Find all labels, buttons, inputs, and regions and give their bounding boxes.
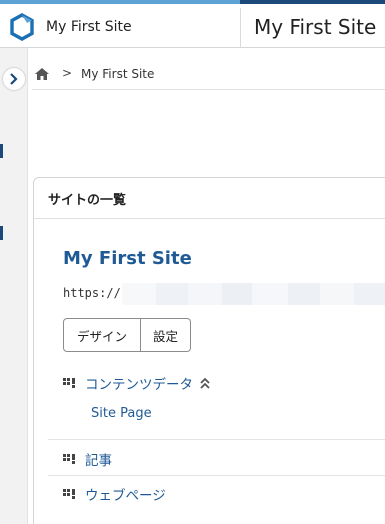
site-list-panel: サイトの一覧 My First Site https:// デザイン 設定 コン…	[33, 177, 385, 524]
module-icon	[63, 489, 75, 499]
site-action-buttons: デザイン 設定	[63, 318, 191, 352]
tree-item-label[interactable]: 記事	[85, 449, 112, 469]
top-header: My First Site My First Site	[0, 0, 385, 48]
header-divider	[240, 8, 241, 48]
site-title-link[interactable]: My First Site	[63, 248, 192, 269]
design-button[interactable]: デザイン	[63, 318, 141, 352]
header-accent-bar-light	[0, 0, 240, 4]
settings-button[interactable]: 設定	[141, 318, 191, 352]
chevron-right-icon	[10, 73, 18, 85]
expand-sidebar-button[interactable]	[3, 68, 25, 90]
tree-subitem-site-page[interactable]: Site Page	[91, 406, 152, 421]
breadcrumb-current: My First Site	[81, 67, 155, 81]
page-title: My First Site	[254, 15, 377, 39]
redacted-url	[122, 283, 385, 305]
row-divider	[48, 475, 385, 476]
tree-item-label[interactable]: コンテンツデータ	[85, 373, 193, 393]
chevron-double-up-icon[interactable]	[199, 377, 211, 389]
module-icon	[63, 378, 75, 388]
home-icon[interactable]	[34, 67, 50, 81]
module-icon	[63, 454, 75, 464]
panel-title: サイトの一覧	[48, 193, 127, 208]
tree-item-content-data[interactable]: コンテンツデータ	[63, 372, 211, 394]
left-rail	[0, 48, 28, 524]
breadcrumb-separator: >	[62, 66, 73, 80]
site-url[interactable]: https://	[63, 286, 121, 300]
rail-marker	[0, 144, 3, 158]
row-divider	[48, 439, 385, 440]
breadcrumb: > My First Site	[32, 60, 385, 90]
panel-divider	[34, 218, 385, 219]
tree-item-web-pages[interactable]: ウェブページ	[63, 483, 166, 505]
rail-marker	[0, 226, 3, 240]
tree-item-articles[interactable]: 記事	[63, 448, 112, 470]
site-name[interactable]: My First Site	[46, 19, 132, 35]
site-logo-icon[interactable]	[8, 13, 36, 41]
tree-item-label[interactable]: ウェブページ	[85, 484, 166, 504]
